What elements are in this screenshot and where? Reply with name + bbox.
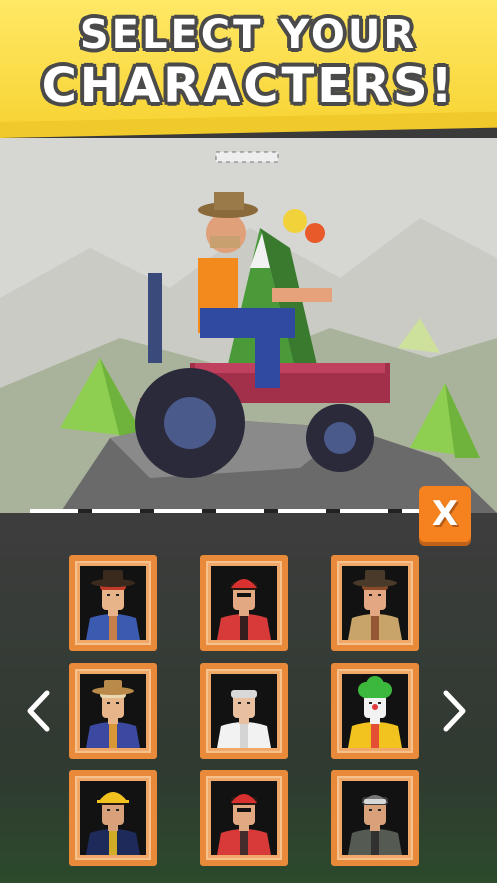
character-portrait [342, 566, 408, 640]
character-portrait [80, 781, 146, 855]
next-page-button[interactable] [435, 686, 475, 736]
old-farmer-avatar [86, 680, 140, 748]
firefighter-avatar [86, 792, 140, 855]
character-slot-racer-red[interactable] [200, 770, 288, 866]
clown-avatar [348, 676, 402, 748]
character-portrait [211, 781, 277, 855]
close-button[interactable]: X [419, 486, 471, 542]
soldier-avatar [348, 795, 402, 855]
character-slot-old-farmer[interactable] [69, 663, 157, 759]
character-portrait [211, 566, 277, 640]
prev-page-button[interactable] [18, 686, 58, 736]
character-slot-grandma[interactable] [200, 663, 288, 759]
close-label: X [431, 494, 459, 534]
chevron-right-icon [443, 690, 466, 732]
character-slot-clown[interactable] [331, 663, 419, 759]
character-preview-scene [0, 138, 497, 513]
title-line-2: CHARACTERS! [41, 58, 456, 114]
character-portrait [342, 674, 408, 748]
character-slot-bearded-cowboy[interactable] [331, 555, 419, 651]
farmer-girl-avatar [86, 570, 140, 640]
character-slot-farmer-girl[interactable] [69, 555, 157, 651]
character-slot-firefighter[interactable] [69, 770, 157, 866]
racer-red-avatar [217, 794, 271, 855]
bearded-cowboy-avatar [348, 570, 402, 640]
character-portrait [342, 781, 408, 855]
chevron-left-icon [27, 690, 50, 732]
grandma-avatar [217, 690, 271, 748]
character-portrait [80, 566, 146, 640]
character-slot-biker-red[interactable] [200, 555, 288, 651]
title-line-1: SELECT YOUR [79, 12, 418, 58]
character-portrait [211, 674, 277, 748]
biker-red-avatar [217, 579, 271, 640]
character-slot-soldier[interactable] [331, 770, 419, 866]
character-portrait [80, 674, 146, 748]
